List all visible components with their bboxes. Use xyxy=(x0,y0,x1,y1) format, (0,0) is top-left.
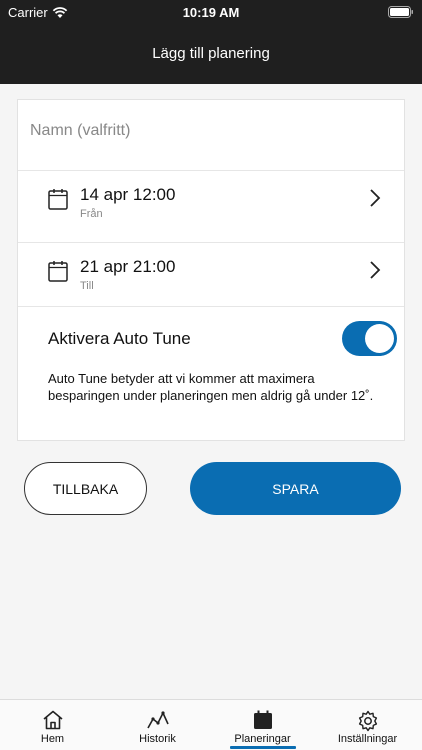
auto-tune-description: Auto Tune betyder att vi kommer att maxi… xyxy=(48,371,374,403)
to-date-value: 21 apr 21:00 xyxy=(80,257,176,276)
page-title: Lägg till planering xyxy=(152,45,270,62)
calendar-icon xyxy=(48,261,68,282)
active-tab-indicator xyxy=(230,746,296,749)
back-button[interactable]: TILLBAKA xyxy=(24,462,147,515)
toggle-knob xyxy=(365,324,394,353)
tab-plans[interactable]: Planeringar xyxy=(210,700,315,750)
history-icon xyxy=(146,711,169,729)
auto-tune-toggle[interactable] xyxy=(342,321,397,356)
save-button[interactable]: SPARA xyxy=(190,462,401,515)
tab-label: Historik xyxy=(139,733,176,745)
battery-icon xyxy=(388,6,413,18)
calendar-icon xyxy=(48,189,68,210)
divider xyxy=(18,170,404,171)
nav-bar: Lägg till planering xyxy=(0,24,422,84)
home-icon xyxy=(42,710,63,730)
from-date-row[interactable]: 14 apr 12:00 Från xyxy=(18,185,404,250)
gear-icon xyxy=(358,710,377,732)
tab-label: Planeringar xyxy=(234,733,291,745)
auto-tune-label: Aktivera Auto Tune xyxy=(48,329,191,348)
divider xyxy=(18,242,404,243)
divider xyxy=(18,306,404,307)
from-date-value: 14 apr 12:00 xyxy=(80,185,176,204)
name-input[interactable]: Namn (valfritt) xyxy=(30,122,130,140)
chevron-right-icon xyxy=(370,261,381,279)
to-label: Till xyxy=(80,280,94,292)
tab-label: Inställningar xyxy=(337,733,398,745)
tab-home[interactable]: Hem xyxy=(0,700,105,750)
tab-bar: Hem Historik Planeringar Inställningar xyxy=(0,699,422,750)
tab-settings[interactable]: Inställningar xyxy=(315,700,420,750)
to-date-row[interactable]: 21 apr 21:00 Till xyxy=(18,257,404,322)
clock: 10:19 AM xyxy=(182,5,240,20)
calendar-icon xyxy=(253,710,272,729)
chevron-right-icon xyxy=(370,189,381,207)
status-bar: Carrier 10:19 AM xyxy=(0,0,422,24)
from-label: Från xyxy=(80,208,103,220)
tab-label: Hem xyxy=(40,733,65,745)
tab-history[interactable]: Historik xyxy=(105,700,210,750)
